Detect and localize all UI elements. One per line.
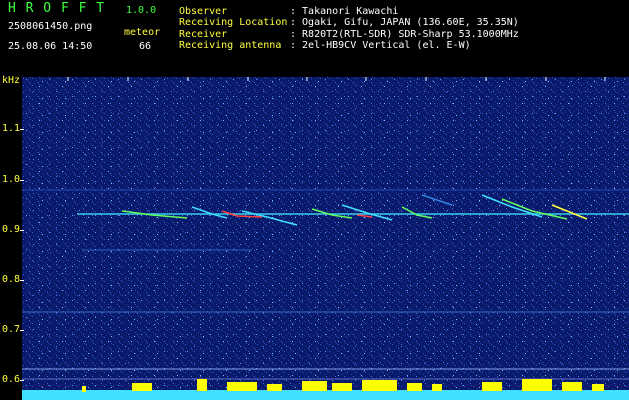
file-name: 2508061450.png bbox=[8, 21, 93, 32]
signal-bar bbox=[267, 384, 282, 391]
info-value-receiver: : R820T2(RTL-SDR) SDR-Sharp 53.1000MHz bbox=[290, 29, 519, 40]
y-tick-label: 0.8 bbox=[1, 274, 20, 285]
app-title: H R O F F T bbox=[8, 1, 106, 16]
file-datetime: 25.08.06 14:50 bbox=[8, 41, 93, 52]
info-key-antenna: Receiving antenna bbox=[179, 40, 282, 51]
signal-bar bbox=[227, 382, 257, 391]
signal-bar bbox=[362, 380, 397, 391]
signal-bar bbox=[82, 386, 86, 392]
y-tick-label: 1.0 bbox=[1, 174, 20, 185]
signal-bar bbox=[562, 382, 582, 391]
info-value-observer: : Takanori Kawachi bbox=[290, 6, 399, 17]
signal-bar bbox=[132, 383, 152, 391]
meteor-label: meteor bbox=[124, 27, 161, 38]
y-tick-label: 0.6 bbox=[1, 374, 20, 385]
waterfall-noise-overlay bbox=[22, 77, 629, 400]
signal-bar bbox=[302, 381, 327, 391]
y-tick-mark bbox=[20, 230, 24, 231]
y-tick-mark bbox=[20, 380, 24, 381]
y-tick-mark bbox=[20, 330, 24, 331]
signal-bar bbox=[332, 383, 352, 391]
info-key-receiver: Receiver bbox=[179, 29, 228, 40]
signal-bar bbox=[522, 379, 552, 391]
hrofft-window: H R O F F T 1.0.0 2508061450.png meteor … bbox=[0, 0, 629, 400]
signal-bar bbox=[592, 384, 604, 391]
y-tick-label: 1.1 bbox=[1, 123, 20, 134]
signal-baseline bbox=[22, 390, 629, 400]
y-axis-unit: kHz bbox=[1, 75, 20, 86]
signal-bar bbox=[432, 384, 442, 391]
info-value-location: : Ogaki, Gifu, JAPAN (136.60E, 35.35N) bbox=[290, 17, 519, 28]
meteor-count: 66 bbox=[139, 41, 152, 52]
app-version: 1.0.0 bbox=[126, 5, 157, 16]
waterfall-spectrogram bbox=[22, 77, 629, 400]
y-tick-mark bbox=[20, 280, 24, 281]
signal-bar bbox=[407, 383, 422, 391]
signal-bar bbox=[197, 379, 207, 391]
info-key-location: Receiving Location bbox=[179, 17, 288, 28]
info-key-observer: Observer bbox=[179, 6, 228, 17]
y-tick-label: 0.7 bbox=[1, 324, 20, 335]
y-tick-mark bbox=[20, 129, 24, 130]
y-tick-label: 0.9 bbox=[1, 224, 20, 235]
signal-bar bbox=[482, 382, 502, 391]
info-value-antenna: : 2el-HB9CV Vertical (el. E-W) bbox=[290, 40, 471, 51]
y-tick-mark bbox=[20, 180, 24, 181]
